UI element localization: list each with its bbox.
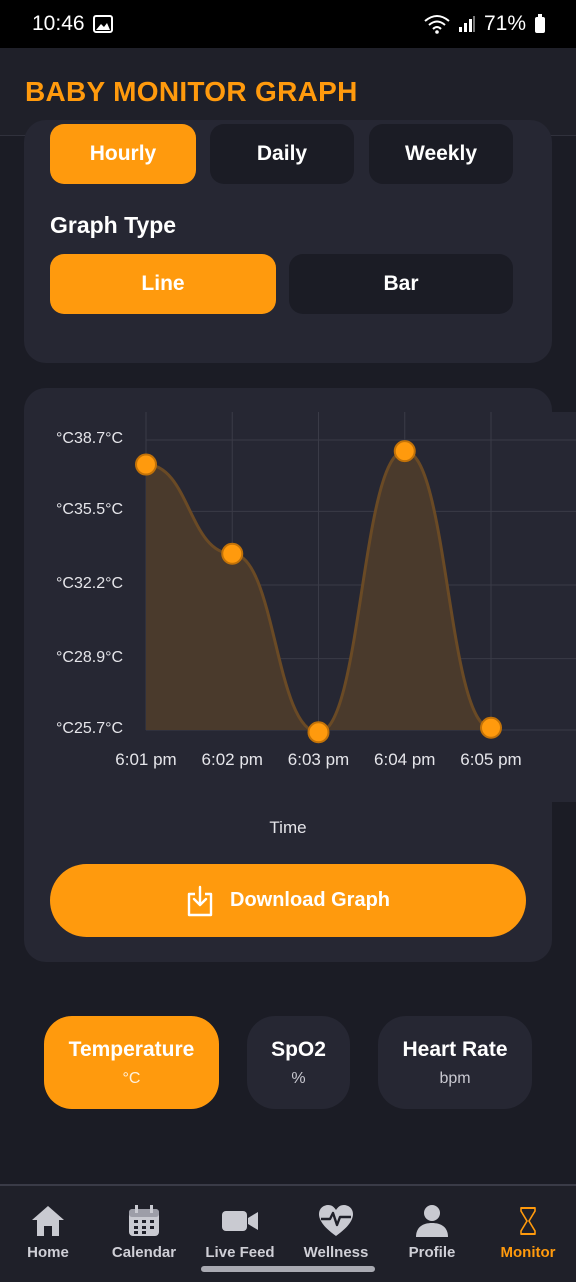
metric-heart-rate-unit: bpm: [439, 1069, 471, 1087]
data-point-6-05-pm[interactable]: [480, 716, 502, 739]
y-tick-label: °C28.9°C: [56, 648, 124, 666]
video-icon: [222, 1211, 258, 1231]
person-icon: [416, 1205, 448, 1237]
tab-daily[interactable]: Daily: [210, 124, 354, 184]
download-icon: [187, 885, 213, 916]
nav-wellness[interactable]: Wellness: [288, 1204, 384, 1261]
nav-live-feed-label: Live Feed: [205, 1244, 275, 1261]
y-tick-label: °C38.7°C: [56, 430, 124, 447]
tab-weekly-label: Weekly: [405, 142, 477, 165]
x-tick-label: 6:03 pm: [287, 750, 350, 769]
battery-icon: [535, 14, 545, 33]
y-tick-label: °C32.2°C: [56, 575, 124, 592]
graph-type-line-label: Line: [141, 272, 185, 295]
nav-profile[interactable]: Profile: [384, 1204, 480, 1261]
hourglass-icon: [520, 1207, 536, 1235]
download-graph-label: Download Graph: [230, 889, 390, 911]
nav-profile-label: Profile: [408, 1244, 456, 1261]
data-point-6-02-pm[interactable]: [221, 542, 244, 565]
tab-hourly[interactable]: Hourly: [50, 124, 196, 184]
x-tick-label: 6:04 pm: [374, 750, 436, 769]
y-tick-label: °C35.5°C: [56, 501, 124, 519]
download-graph-button[interactable]: Download Graph: [50, 864, 526, 937]
metric-spo2-unit: %: [291, 1069, 306, 1087]
calendar-icon: [129, 1205, 159, 1236]
graph-type-bar-button[interactable]: Bar: [289, 254, 513, 314]
metric-spo2-name: SpO2: [271, 1037, 326, 1061]
metric-temperature-button[interactable]: Temperature °C: [44, 1016, 219, 1109]
graph-type-line-button[interactable]: Line: [50, 254, 276, 314]
battery-percent: 71%: [483, 12, 526, 35]
metric-spo2-button[interactable]: SpO2 %: [247, 1016, 350, 1109]
metric-temperature-name: Temperature: [68, 1037, 195, 1061]
image-notification-icon: [92, 15, 113, 33]
heart-pulse-icon: [319, 1205, 353, 1236]
metric-temperature-unit: °C: [122, 1069, 141, 1087]
graph-type-heading: Graph Type: [50, 212, 177, 238]
home-icon: [32, 1206, 64, 1236]
nav-monitor-label: Monitor: [500, 1244, 556, 1261]
status-bar: 10:46 71%: [0, 0, 576, 48]
data-point-6-03-pm[interactable]: [307, 721, 330, 744]
signal-icon: [458, 16, 475, 32]
x-tick-label: 6:05 pm: [460, 750, 522, 769]
x-tick-label: 6:02 pm: [201, 750, 263, 769]
nav-calendar[interactable]: Calendar: [96, 1204, 192, 1261]
nav-wellness-label: Wellness: [303, 1244, 369, 1261]
nav-calendar-label: Calendar: [111, 1244, 177, 1261]
tab-weekly[interactable]: Weekly: [369, 124, 513, 184]
x-axis-label: Time: [269, 818, 307, 837]
tab-daily-label: Daily: [256, 142, 308, 165]
data-point-6-01-pm[interactable]: [135, 453, 157, 476]
temperature-line-chart: [135, 412, 576, 802]
nav-monitor[interactable]: Monitor: [480, 1204, 576, 1261]
status-time: 10:46: [32, 12, 85, 35]
y-tick-label: °C25.7°C: [56, 720, 124, 737]
nav-home[interactable]: Home: [0, 1204, 96, 1261]
nav-home-label: Home: [27, 1244, 69, 1261]
nav-live-feed[interactable]: Live Feed: [192, 1204, 288, 1261]
data-point-6-04-pm[interactable]: [393, 440, 416, 463]
metric-heart-rate-button[interactable]: Heart Rate bpm: [378, 1016, 532, 1109]
tab-hourly-label: Hourly: [89, 142, 157, 165]
gesture-home-bar: [201, 1266, 375, 1272]
graph-type-bar-label: Bar: [383, 272, 419, 295]
wifi-icon: [424, 15, 450, 34]
x-tick-label: 6:01 pm: [115, 750, 177, 769]
metric-heart-rate-name: Heart Rate: [402, 1037, 508, 1061]
page-title: BABY MONITOR GRAPH: [25, 75, 358, 107]
